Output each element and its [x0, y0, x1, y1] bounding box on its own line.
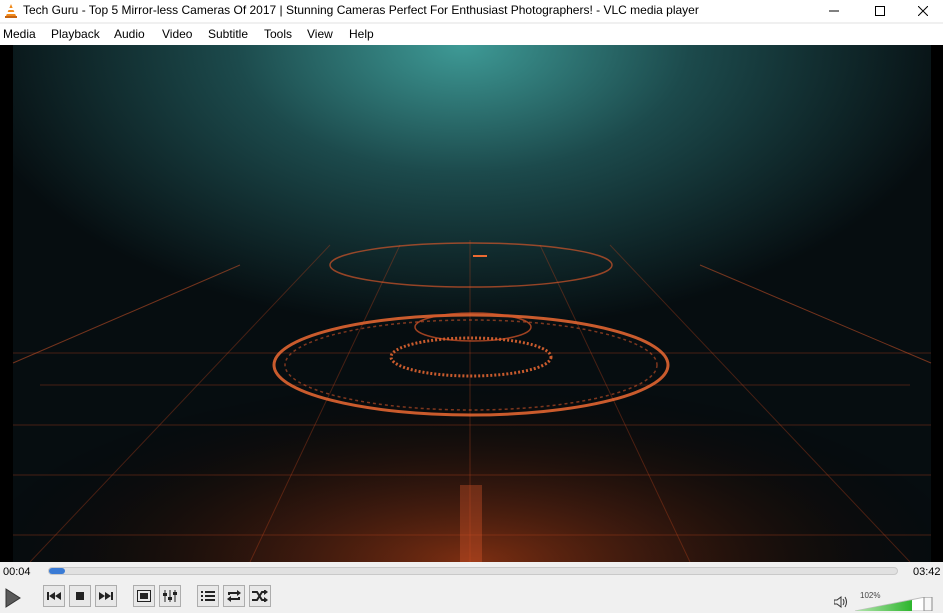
close-icon: [918, 6, 928, 16]
extended-settings-button[interactable]: [159, 585, 181, 607]
elapsed-time: 00:04: [3, 566, 31, 578]
random-icon: [252, 590, 268, 602]
menu-view[interactable]: View: [307, 27, 333, 41]
minimize-icon: [829, 10, 839, 12]
menu-help[interactable]: Help: [349, 27, 374, 41]
extended-settings-icon: [163, 590, 177, 602]
title-bar: Tech Guru - Top 5 Mirror-less Cameras Of…: [0, 0, 943, 22]
control-bar: 102%: [0, 582, 943, 613]
play-button[interactable]: [1, 585, 25, 611]
loop-button[interactable]: [223, 585, 245, 607]
stop-icon: [76, 592, 84, 600]
play-icon: [5, 588, 21, 608]
playlist-icon: [201, 591, 215, 601]
loop-icon: [227, 590, 241, 602]
window-title: Tech Guru - Top 5 Mirror-less Cameras Of…: [23, 3, 699, 17]
next-button[interactable]: [95, 585, 117, 607]
previous-button[interactable]: [43, 585, 65, 607]
fullscreen-button[interactable]: [133, 585, 155, 607]
close-button[interactable]: [903, 0, 943, 22]
playlist-button[interactable]: [197, 585, 219, 607]
menu-video[interactable]: Video: [162, 27, 192, 41]
previous-icon: [47, 592, 61, 600]
random-button[interactable]: [249, 585, 271, 607]
next-icon: [99, 592, 113, 600]
video-frame: [12, 45, 932, 562]
menu-audio[interactable]: Audio: [114, 27, 145, 41]
maximize-icon: [875, 6, 885, 16]
vlc-cone-icon: [5, 4, 17, 18]
seek-progress: [49, 568, 65, 574]
fullscreen-icon: [137, 590, 151, 602]
total-time: 03:42: [913, 566, 941, 578]
menu-subtitle[interactable]: Subtitle: [208, 27, 248, 41]
speaker-icon[interactable]: [834, 596, 848, 608]
video-display[interactable]: [0, 45, 943, 562]
menu-playback[interactable]: Playback: [51, 27, 100, 41]
menu-tools[interactable]: Tools: [264, 27, 292, 41]
maximize-button[interactable]: [857, 0, 903, 22]
menu-bar: Media Playback Audio Video Subtitle Tool…: [0, 24, 943, 45]
seek-slider[interactable]: [48, 567, 898, 575]
menu-media[interactable]: Media: [3, 27, 36, 41]
volume-slider[interactable]: [855, 597, 935, 611]
minimize-button[interactable]: [811, 0, 857, 22]
stop-button[interactable]: [69, 585, 91, 607]
